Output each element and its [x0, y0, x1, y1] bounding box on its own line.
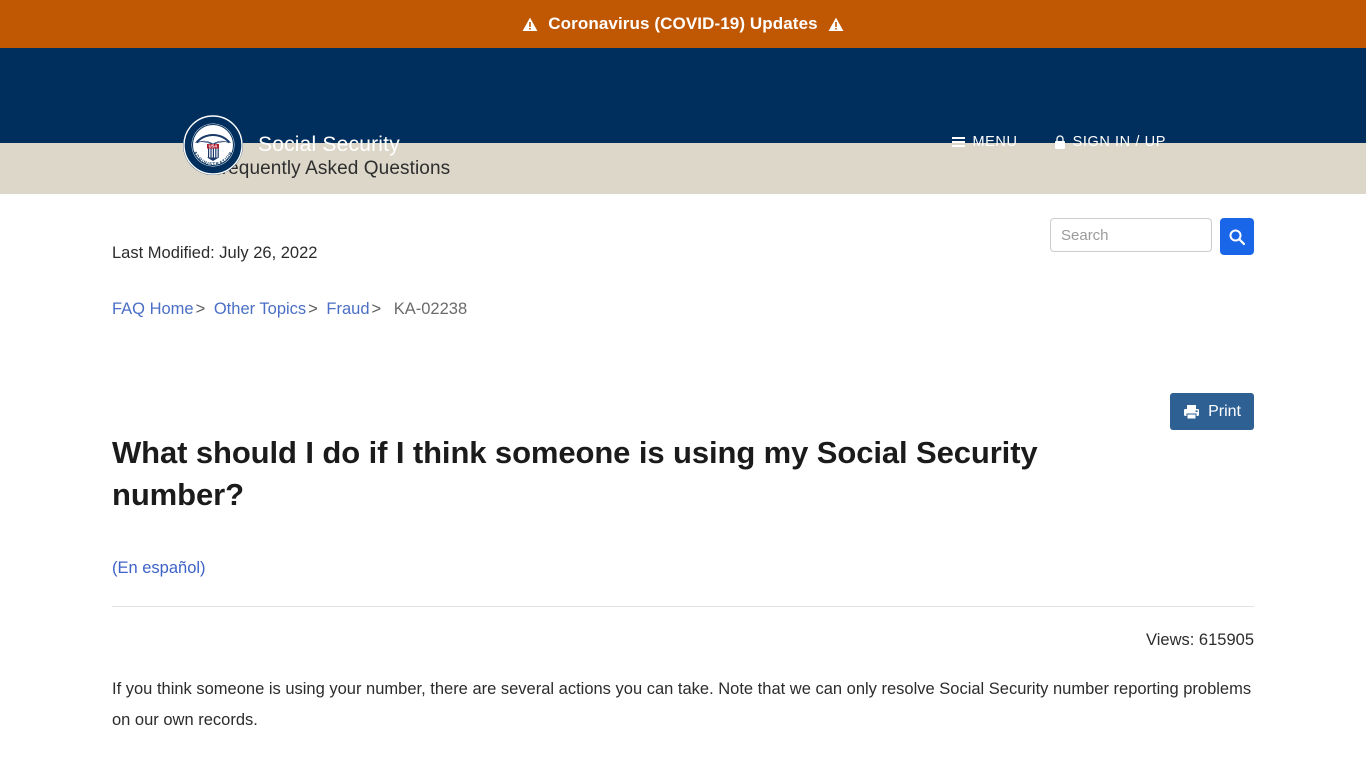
print-button[interactable]: Print: [1170, 393, 1254, 430]
breadcrumb: FAQ Home > Other Topics > Fraud > KA-02238: [112, 300, 467, 319]
warning-triangle-icon: [522, 17, 538, 31]
last-modified-text: Last Modified: July 26, 2022: [112, 244, 318, 262]
breadcrumb-item-faq-home[interactable]: FAQ Home: [112, 300, 194, 318]
covid-updates-link[interactable]: Coronavirus (COVID-19) Updates: [522, 14, 844, 34]
content-divider: [112, 606, 1254, 607]
breadcrumb-separator: >: [195, 300, 206, 318]
breadcrumb-item-current: KA-02238: [393, 300, 468, 318]
breadcrumb-item-fraud[interactable]: Fraud: [326, 300, 369, 318]
print-label: Print: [1208, 402, 1241, 420]
sign-in-up-label: SIGN IN / UP: [1072, 134, 1166, 150]
ssa-seal-icon: USA SOCIAL SECURITY ADMINISTRATION: [183, 115, 243, 175]
warning-triangle-icon: [828, 17, 844, 31]
covid-alert-banner: Coronavirus (COVID-19) Updates: [0, 0, 1366, 48]
brand-name: Social Security: [258, 133, 400, 156]
masthead-nav: MENU SIGN IN / UP: [952, 134, 1166, 150]
printer-icon: [1184, 404, 1200, 419]
views-count: Views: 615905: [1146, 631, 1254, 649]
breadcrumb-item-other-topics[interactable]: Other Topics: [214, 300, 306, 318]
search-icon: [1229, 229, 1246, 245]
lock-icon: [1054, 134, 1065, 149]
site-masthead: USA SOCIAL SECURITY ADMINISTRATION Socia…: [0, 48, 1366, 175]
breadcrumb-separator: >: [308, 300, 318, 318]
svg-text:USA: USA: [209, 144, 218, 149]
menu-label: MENU: [972, 134, 1018, 150]
faq-question-heading: What should I do if I think someone is u…: [112, 435, 1038, 513]
sign-in-up-button[interactable]: SIGN IN / UP: [1054, 134, 1166, 150]
hamburger-menu-icon: [952, 135, 966, 150]
search-button[interactable]: [1220, 218, 1254, 255]
faq-answer-text: If you think someone is using your numbe…: [112, 680, 1252, 729]
spanish-version-link[interactable]: (En español): [112, 559, 206, 578]
search-form: [1050, 218, 1254, 255]
breadcrumb-separator: >: [371, 300, 382, 318]
search-input[interactable]: [1050, 218, 1212, 252]
menu-button[interactable]: MENU: [952, 134, 1017, 150]
ssa-home-link[interactable]: USA SOCIAL SECURITY ADMINISTRATION Socia…: [182, 114, 400, 176]
covid-banner-text: Coronavirus (COVID-19) Updates: [548, 14, 818, 33]
